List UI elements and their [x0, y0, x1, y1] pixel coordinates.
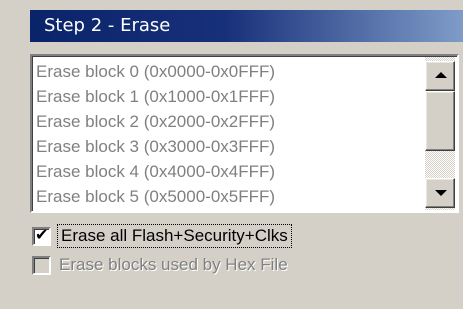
step-title: Step 2 - Erase [44, 15, 171, 36]
list-scrollbar[interactable] [425, 57, 455, 210]
erase-all-label[interactable]: Erase all Flash+Security+Clks [57, 224, 292, 248]
checkmark-icon: ✔ [35, 224, 49, 244]
erase-blocks-listbox[interactable]: Erase block 0 (0x0000-0x0FFF) Erase bloc… [30, 54, 459, 213]
erase-block-item-0[interactable]: Erase block 0 (0x0000-0x0FFF) [36, 59, 424, 84]
scroll-up-button[interactable] [425, 61, 455, 91]
scroll-thumb[interactable] [425, 91, 455, 151]
scroll-down-button[interactable] [425, 178, 455, 208]
erase-panel: Step 2 - Erase Erase block 0 (0x0000-0x0… [0, 0, 463, 309]
erase-hex-option: Erase blocks used by Hex File [32, 253, 288, 277]
erase-blocks-list: Erase block 0 (0x0000-0x0FFF) Erase bloc… [36, 59, 424, 209]
erase-all-checkbox[interactable]: ✔ [32, 224, 51, 246]
erase-hex-checkbox [32, 255, 51, 275]
step-title-bar: Step 2 - Erase [30, 10, 463, 42]
erase-block-item-1[interactable]: Erase block 1 (0x1000-0x1FFF) [36, 84, 424, 109]
erase-block-item-2[interactable]: Erase block 2 (0x2000-0x2FFF) [36, 109, 424, 134]
erase-block-item-5[interactable]: Erase block 5 (0x5000-0x5FFF) [36, 184, 424, 209]
erase-block-item-4[interactable]: Erase block 4 (0x4000-0x4FFF) [36, 159, 424, 184]
arrow-down-icon [435, 190, 447, 196]
erase-block-item-3[interactable]: Erase block 3 (0x3000-0x3FFF) [36, 134, 424, 159]
erase-hex-label: Erase blocks used by Hex File [59, 255, 288, 274]
arrow-up-icon [435, 72, 447, 78]
erase-all-option[interactable]: ✔ Erase all Flash+Security+Clks [32, 224, 292, 248]
